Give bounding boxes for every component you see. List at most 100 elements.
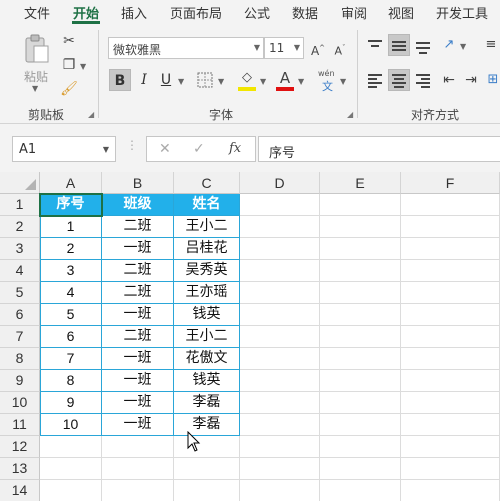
table-cell[interactable]: 一班 xyxy=(102,414,174,436)
table-cell[interactable]: 钱英 xyxy=(174,304,240,326)
phonetic-guide-top[interactable]: wén xyxy=(318,69,335,78)
underline-dropdown-icon[interactable]: ▼ xyxy=(178,77,184,86)
clipboard-launcher-icon[interactable]: ◢ xyxy=(88,110,94,119)
bottom-align-icon[interactable] xyxy=(416,38,432,54)
cell-e7[interactable] xyxy=(320,326,401,348)
cancel-icon[interactable]: ✕ xyxy=(159,141,171,157)
menu-review[interactable]: 审阅 xyxy=(341,3,367,22)
cell-d8[interactable] xyxy=(240,348,320,370)
cell-e8[interactable] xyxy=(320,348,401,370)
table-cell[interactable]: 二班 xyxy=(102,326,174,348)
table-cell[interactable]: 李磊 xyxy=(174,392,240,414)
cell-e13[interactable] xyxy=(320,458,401,480)
cell-c12[interactable] xyxy=(174,436,240,458)
cell-f3[interactable] xyxy=(401,238,500,260)
borders-icon[interactable] xyxy=(197,72,213,88)
table-cell[interactable]: 1 xyxy=(40,216,102,238)
column-header-f[interactable]: F xyxy=(401,172,500,194)
table-cell[interactable]: 一班 xyxy=(102,392,174,414)
table-cell[interactable]: 3 xyxy=(40,260,102,282)
decrease-indent-icon[interactable]: ⇤ xyxy=(440,71,458,89)
column-header-e[interactable]: E xyxy=(320,172,401,194)
name-box[interactable]: A1 ▼ xyxy=(12,136,116,162)
menu-file[interactable]: 文件 xyxy=(24,3,50,22)
cell-b14[interactable] xyxy=(102,480,174,501)
row-header-12[interactable]: 12 xyxy=(0,436,40,458)
column-header-d[interactable]: D xyxy=(240,172,320,194)
cell-d13[interactable] xyxy=(240,458,320,480)
row-header-10[interactable]: 10 xyxy=(0,392,40,414)
cell-d12[interactable] xyxy=(240,436,320,458)
cell-d6[interactable] xyxy=(240,304,320,326)
cell-e1[interactable] xyxy=(320,194,401,216)
column-header-b[interactable]: B xyxy=(102,172,174,194)
cell-d2[interactable] xyxy=(240,216,320,238)
table-cell[interactable]: 10 xyxy=(40,414,102,436)
cell-e11[interactable] xyxy=(320,414,401,436)
cell-d10[interactable] xyxy=(240,392,320,414)
cell-f10[interactable] xyxy=(401,392,500,414)
cell-a14[interactable] xyxy=(40,480,102,501)
bold-button[interactable]: B xyxy=(109,69,131,91)
row-header-6[interactable]: 6 xyxy=(0,304,40,326)
increase-font-icon[interactable]: A^ xyxy=(309,39,327,58)
cell-e12[interactable] xyxy=(320,436,401,458)
align-left-icon[interactable] xyxy=(368,73,384,89)
cell-d14[interactable] xyxy=(240,480,320,501)
table-cell[interactable]: 2 xyxy=(40,238,102,260)
row-header-7[interactable]: 7 xyxy=(0,326,40,348)
cell-d4[interactable] xyxy=(240,260,320,282)
table-cell[interactable]: 吕桂花 xyxy=(174,238,240,260)
font-size-select[interactable]: 11 ▼ xyxy=(264,37,304,59)
cell-e10[interactable] xyxy=(320,392,401,414)
align-center-icon[interactable] xyxy=(388,69,410,91)
cell-e5[interactable] xyxy=(320,282,401,304)
cell-a12[interactable] xyxy=(40,436,102,458)
cell-d7[interactable] xyxy=(240,326,320,348)
cell-d5[interactable] xyxy=(240,282,320,304)
table-cell[interactable]: 9 xyxy=(40,392,102,414)
cell-e4[interactable] xyxy=(320,260,401,282)
font-launcher-icon[interactable]: ◢ xyxy=(347,110,353,119)
enter-icon[interactable]: ✓ xyxy=(193,141,205,157)
cell-d3[interactable] xyxy=(240,238,320,260)
table-cell[interactable]: 一班 xyxy=(102,304,174,326)
wrap-text-icon[interactable]: ≡ xyxy=(482,36,500,54)
cell-e9[interactable] xyxy=(320,370,401,392)
cell-b12[interactable] xyxy=(102,436,174,458)
cell-e2[interactable] xyxy=(320,216,401,238)
cell-d11[interactable] xyxy=(240,414,320,436)
phonetic-guide-icon[interactable]: 文 xyxy=(322,78,333,94)
borders-dropdown-icon[interactable]: ▼ xyxy=(218,77,224,86)
italic-button[interactable]: I xyxy=(133,69,155,91)
cell-e6[interactable] xyxy=(320,304,401,326)
table-cell[interactable]: 7 xyxy=(40,348,102,370)
merge-center-icon[interactable]: ⊞ xyxy=(484,71,500,89)
cell-f12[interactable] xyxy=(401,436,500,458)
cell-f4[interactable] xyxy=(401,260,500,282)
menu-insert[interactable]: 插入 xyxy=(121,3,147,22)
row-header-13[interactable]: 13 xyxy=(0,458,40,480)
row-header-2[interactable]: 2 xyxy=(0,216,40,238)
column-header-a[interactable]: A xyxy=(40,172,102,194)
cell-f14[interactable] xyxy=(401,480,500,501)
formula-input[interactable]: 序号 xyxy=(258,136,500,162)
table-cell[interactable]: 二班 xyxy=(102,216,174,238)
cell-a13[interactable] xyxy=(40,458,102,480)
cell-c13[interactable] xyxy=(174,458,240,480)
table-cell[interactable]: 二班 xyxy=(102,282,174,304)
orientation-icon[interactable]: ↗ xyxy=(440,36,458,54)
table-cell[interactable]: 一班 xyxy=(102,348,174,370)
table-cell[interactable]: 4 xyxy=(40,282,102,304)
row-header-14[interactable]: 14 xyxy=(0,480,40,501)
cell-f2[interactable] xyxy=(401,216,500,238)
cell-e3[interactable] xyxy=(320,238,401,260)
table-cell[interactable]: 王亦瑶 xyxy=(174,282,240,304)
menu-page-layout[interactable]: 页面布局 xyxy=(170,3,222,22)
row-header-5[interactable]: 5 xyxy=(0,282,40,304)
menu-view[interactable]: 视图 xyxy=(388,3,414,22)
top-align-icon[interactable] xyxy=(368,38,384,54)
column-header-c[interactable]: C xyxy=(174,172,240,194)
copy-dropdown-icon[interactable]: ▼ xyxy=(80,62,86,71)
cell-c14[interactable] xyxy=(174,480,240,501)
